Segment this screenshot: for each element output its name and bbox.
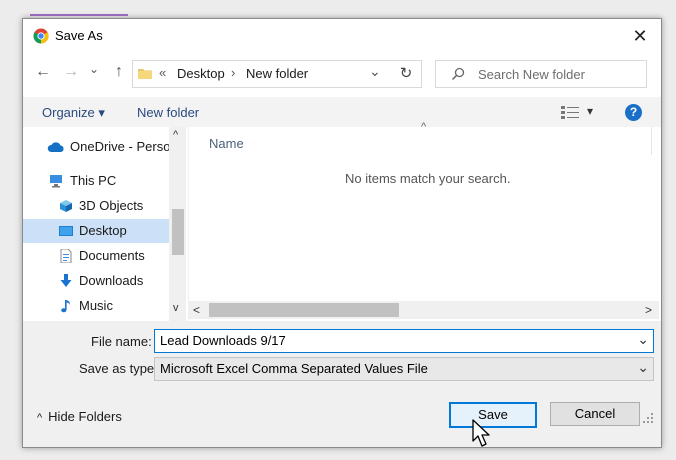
recent-locations-button[interactable]: ⌄	[87, 62, 101, 82]
breadcrumb-separator[interactable]: ›	[231, 65, 235, 80]
hide-folders-button[interactable]: ^ Hide Folders	[37, 409, 122, 424]
sidebar-item-music[interactable]: Music	[23, 294, 169, 318]
window-title: Save As	[55, 28, 103, 43]
chevron-up-icon: ^	[37, 412, 43, 424]
navigation-scroll-thumb[interactable]	[172, 209, 184, 255]
view-options-icon[interactable]	[561, 106, 579, 119]
search-input[interactable]: Search New folder	[435, 60, 647, 88]
save-as-type-label: Save as type:	[79, 361, 158, 376]
toolbar: Organize ▾ New folder ▾ ?	[23, 97, 661, 127]
scroll-up-icon[interactable]: ^	[173, 129, 178, 141]
file-name-dropdown-icon[interactable]: ⌄	[637, 331, 649, 348]
search-icon	[451, 67, 465, 81]
music-icon	[61, 300, 70, 313]
background-accent-line	[30, 14, 128, 16]
sidebar-item-label: Music	[79, 298, 113, 313]
save-as-type-value: Microsoft Excel Comma Separated Values F…	[160, 361, 428, 376]
pane-divider[interactable]	[188, 127, 189, 321]
desktop-icon	[59, 226, 73, 236]
scroll-left-icon[interactable]: <	[193, 303, 200, 317]
sidebar-item-desktop[interactable]: Desktop	[23, 219, 169, 243]
cancel-button[interactable]: Cancel	[550, 402, 640, 426]
column-header-name[interactable]: Name	[209, 136, 244, 151]
resize-grip-icon[interactable]	[641, 411, 655, 425]
file-name-input[interactable]: Lead Downloads 9/17 ⌄	[154, 329, 654, 353]
save-as-type-select[interactable]: Microsoft Excel Comma Separated Values F…	[154, 357, 654, 381]
download-icon	[60, 274, 72, 287]
forward-button[interactable]: →	[61, 63, 81, 83]
cloud-icon	[47, 142, 64, 152]
sort-indicator-icon: ^	[421, 121, 427, 133]
sidebar-item-onedrive[interactable]: OneDrive - Person	[23, 135, 169, 159]
mouse-pointer-icon	[472, 419, 490, 447]
sidebar-item-label: OneDrive - Person	[70, 139, 169, 154]
help-button[interactable]: ?	[625, 104, 642, 121]
folder-icon	[138, 69, 152, 79]
document-icon	[60, 249, 72, 263]
organize-button[interactable]: Organize ▾	[42, 105, 105, 121]
address-bar[interactable]: « Desktop › New folder ⌄	[132, 60, 392, 88]
column-divider[interactable]	[651, 127, 652, 155]
sidebar-item-3d-objects[interactable]: 3D Objects	[23, 194, 169, 218]
back-button[interactable]: ←	[33, 63, 53, 83]
view-dropdown-icon[interactable]: ▾	[587, 104, 593, 118]
refresh-button[interactable]: ↻	[391, 60, 422, 88]
breadcrumb-desktop[interactable]: Desktop	[177, 66, 225, 81]
sidebar-item-downloads[interactable]: Downloads	[23, 269, 169, 293]
address-dropdown-icon[interactable]: ⌄	[369, 63, 381, 80]
file-name-value: Lead Downloads 9/17	[160, 333, 286, 348]
up-button[interactable]: ↑	[109, 63, 129, 83]
scroll-right-icon[interactable]: >	[645, 303, 652, 317]
navigation-pane: OneDrive - Person This PC 3D Objects Des…	[23, 127, 188, 321]
breadcrumb-new-folder[interactable]: New folder	[246, 66, 308, 81]
sidebar-item-label: Documents	[79, 248, 145, 263]
hide-folders-label: Hide Folders	[48, 409, 122, 424]
sidebar-item-documents[interactable]: Documents	[23, 244, 169, 268]
sidebar-item-this-pc[interactable]: This PC	[23, 169, 169, 193]
search-placeholder: Search New folder	[478, 67, 585, 82]
sidebar-item-label: 3D Objects	[79, 198, 144, 213]
sidebar-item-label: Downloads	[79, 273, 144, 288]
computer-icon	[50, 175, 62, 188]
empty-folder-message: No items match your search.	[345, 171, 511, 186]
horizontal-scroll-thumb[interactable]	[209, 303, 399, 317]
new-folder-button[interactable]: New folder	[137, 105, 199, 120]
breadcrumb-overflow[interactable]: «	[159, 65, 166, 80]
save-as-type-dropdown-icon[interactable]: ⌄	[637, 359, 649, 376]
close-button[interactable]: ✕	[629, 25, 651, 47]
save-as-dialog: Save As ✕ ← → ⌄ ↑ « Desktop › New folder…	[22, 18, 662, 448]
sidebar-item-label: Desktop	[79, 223, 127, 238]
scroll-down-icon[interactable]: v	[173, 302, 179, 314]
cube-icon	[60, 200, 72, 212]
sidebar-item-label: This PC	[70, 173, 117, 188]
chrome-icon	[33, 28, 49, 44]
title-bar: Save As ✕	[23, 19, 661, 53]
file-name-label: File name:	[91, 334, 152, 349]
